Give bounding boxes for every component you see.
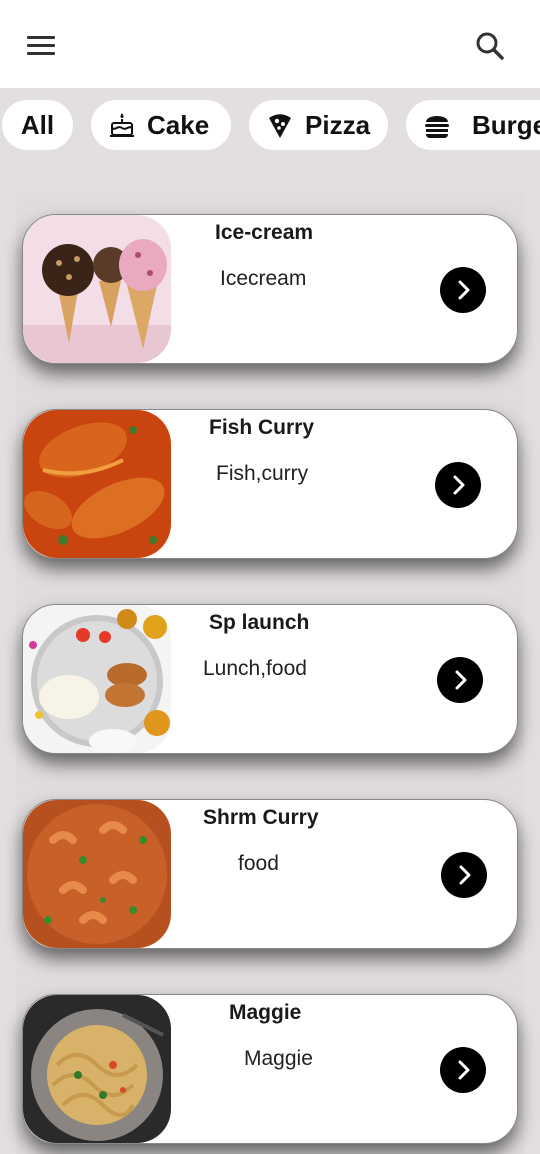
category-chip-label: Pizza <box>305 109 371 140</box>
category-chip-label: Burger <box>472 109 540 140</box>
category-chip-label: Cake <box>147 109 210 140</box>
food-subtitle: Fish,curry <box>216 462 309 485</box>
food-title: Fish Curry <box>209 416 315 439</box>
food-card[interactable]: Sp launch Lunch,food <box>22 604 518 754</box>
pizza-slice-icon <box>265 110 295 140</box>
category-chip-cake[interactable]: Cake <box>91 100 231 150</box>
food-subtitle: food <box>238 852 279 875</box>
food-card[interactable]: Ice-cream Icecream <box>22 214 518 364</box>
cake-icon <box>107 110 137 140</box>
food-subtitle: Icecream <box>220 267 307 290</box>
burger-icon <box>422 110 452 140</box>
hamburger-menu-icon[interactable] <box>24 30 58 62</box>
food-card[interactable]: Shrm Curry food <box>22 799 518 949</box>
category-chip-pizza[interactable]: Pizza <box>249 100 388 150</box>
search-icon[interactable] <box>472 28 508 64</box>
shrimp-curry-photo <box>23 800 171 948</box>
food-card[interactable]: Maggie Maggie <box>22 994 518 1144</box>
open-item-button[interactable] <box>440 1047 486 1093</box>
category-chip-label: All <box>20 109 55 140</box>
food-title: Ice-cream <box>215 221 314 244</box>
food-title: Maggie <box>229 1001 302 1024</box>
open-item-button[interactable] <box>440 267 486 313</box>
category-chip-all[interactable]: All <box>2 100 73 150</box>
noodles-photo <box>23 995 171 1143</box>
food-subtitle: Lunch,food <box>203 657 307 680</box>
food-subtitle: Maggie <box>244 1047 313 1070</box>
open-item-button[interactable] <box>435 462 481 508</box>
food-card[interactable]: Fish Curry Fish,curry <box>22 409 518 559</box>
food-title: Sp launch <box>209 611 310 634</box>
app-bar <box>0 0 540 88</box>
chevron-right-icon <box>459 865 471 885</box>
ice-cream-cones-photo <box>23 215 171 363</box>
category-chip-burger[interactable]: Burger <box>406 100 540 150</box>
chevron-right-icon <box>458 280 470 300</box>
chevron-right-icon <box>458 1060 470 1080</box>
category-chip-bar: All Cake Pizza Burge <box>0 88 540 160</box>
open-item-button[interactable] <box>441 852 487 898</box>
open-item-button[interactable] <box>437 657 483 703</box>
food-title: Shrm Curry <box>203 806 319 829</box>
chevron-right-icon <box>455 670 467 690</box>
thali-lunch-photo <box>23 605 171 753</box>
fish-curry-photo <box>23 410 171 558</box>
chevron-right-icon <box>453 475 465 495</box>
